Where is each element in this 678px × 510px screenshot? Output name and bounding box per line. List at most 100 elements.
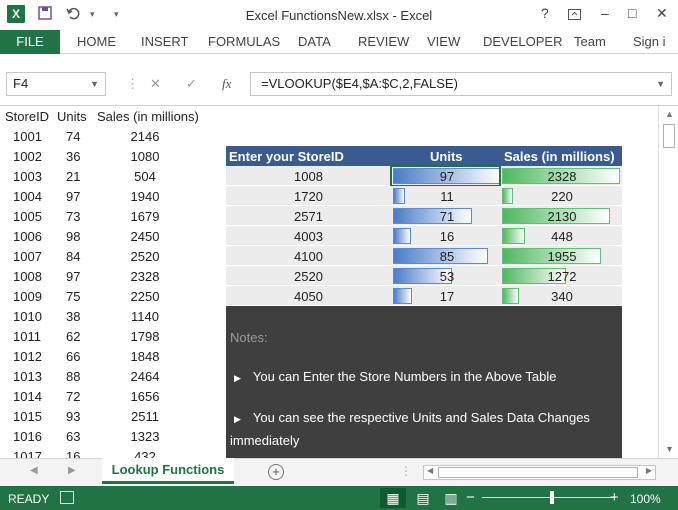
table-cell[interactable]: 1011	[13, 329, 43, 344]
table-cell[interactable]: 73	[66, 209, 86, 224]
lookup-units-cell[interactable]: 17	[393, 289, 501, 304]
table-cell[interactable]: 93	[66, 409, 86, 424]
scroll-left-icon[interactable]: ◀	[427, 466, 433, 475]
lookup-sales-cell[interactable]: 220	[502, 189, 622, 204]
table-cell[interactable]: 504	[125, 169, 165, 184]
table-cell[interactable]: 1005	[13, 209, 43, 224]
minimize-button[interactable]: –	[601, 5, 609, 21]
table-cell[interactable]: 1014	[13, 389, 43, 404]
table-cell[interactable]: 1656	[125, 389, 165, 404]
lookup-storeid-cell[interactable]: 1720	[226, 189, 391, 204]
zoom-slider-handle[interactable]	[550, 491, 554, 504]
lookup-header-sales[interactable]: Sales (in millions)	[504, 149, 615, 164]
scroll-right-icon[interactable]: ▶	[646, 466, 652, 475]
insert-function-icon[interactable]: fx	[222, 76, 231, 92]
zoom-out-button[interactable]: −	[466, 489, 475, 506]
table-cell[interactable]: 1001	[13, 129, 43, 144]
formula-input[interactable]: =VLOOKUP($E4,$A:$C,2,FALSE) ▼	[250, 72, 672, 96]
next-sheet-icon[interactable]: ▶	[68, 465, 76, 476]
table-cell[interactable]: 1006	[13, 229, 43, 244]
split-handle-icon[interactable]: ⋮	[400, 464, 412, 478]
table-cell[interactable]: 21	[66, 169, 86, 184]
table-cell[interactable]: 72	[66, 389, 86, 404]
header-sales[interactable]: Sales (in millions)	[97, 109, 199, 124]
table-cell[interactable]: 2250	[125, 289, 165, 304]
table-cell[interactable]: 38	[66, 309, 86, 324]
lookup-sales-cell[interactable]: 2130	[502, 209, 622, 224]
maximize-button[interactable]: □	[628, 5, 636, 21]
table-cell[interactable]: 2450	[125, 229, 165, 244]
table-cell[interactable]: 1013	[13, 369, 43, 384]
table-cell[interactable]: 1015	[13, 409, 43, 424]
table-cell[interactable]: 75	[66, 289, 86, 304]
table-cell[interactable]: 1080	[125, 149, 165, 164]
sheet-tab-lookup-functions[interactable]: Lookup Functions	[102, 458, 234, 484]
tab-insert[interactable]: INSERT	[141, 34, 188, 49]
tab-data[interactable]: DATA	[298, 34, 331, 49]
tab-home[interactable]: HOME	[77, 34, 116, 49]
prev-sheet-icon[interactable]: ◀	[30, 465, 38, 476]
table-cell[interactable]: 1848	[125, 349, 165, 364]
lookup-storeid-cell[interactable]: 4100	[226, 249, 391, 264]
lookup-units-cell[interactable]: 16	[393, 229, 501, 244]
table-cell[interactable]: 1009	[13, 289, 43, 304]
lookup-storeid-cell[interactable]: 1008	[226, 169, 391, 184]
table-cell[interactable]: 1007	[13, 249, 43, 264]
lookup-sales-cell[interactable]: 1272	[502, 269, 622, 284]
tab-formulas[interactable]: FORMULAS	[208, 34, 280, 49]
ribbon-display-options-icon[interactable]	[568, 7, 581, 23]
table-cell[interactable]: 36	[66, 149, 86, 164]
page-layout-view-icon[interactable]: ▤	[410, 488, 436, 508]
lookup-storeid-cell[interactable]: 4050	[226, 289, 391, 304]
table-cell[interactable]: 88	[66, 369, 86, 384]
table-cell[interactable]: 2146	[125, 129, 165, 144]
table-cell[interactable]: 66	[66, 349, 86, 364]
table-cell[interactable]: 1008	[13, 269, 43, 284]
sign-in-link[interactable]: Sign i	[633, 34, 666, 49]
name-box[interactable]: F4 ▼	[6, 72, 106, 96]
lookup-sales-cell[interactable]: 448	[502, 229, 622, 244]
table-cell[interactable]: 97	[66, 189, 86, 204]
table-cell[interactable]: 2328	[125, 269, 165, 284]
table-cell[interactable]: 98	[66, 229, 86, 244]
horizontal-scrollbar[interactable]: ◀ ▶	[423, 465, 656, 480]
table-cell[interactable]: 1940	[125, 189, 165, 204]
table-cell[interactable]: 2464	[125, 369, 165, 384]
horizontal-scroll-thumb[interactable]	[438, 467, 638, 478]
table-cell[interactable]: 1002	[13, 149, 43, 164]
table-cell[interactable]: 1679	[125, 209, 165, 224]
table-cell[interactable]: 16	[66, 449, 86, 458]
lookup-storeid-cell[interactable]: 2520	[226, 269, 391, 284]
table-cell[interactable]: 2520	[125, 249, 165, 264]
lookup-storeid-cell[interactable]: 2571	[226, 209, 391, 224]
page-break-view-icon[interactable]: ▥	[438, 488, 464, 508]
zoom-in-button[interactable]: +	[610, 489, 619, 506]
expand-formula-bar-icon[interactable]: ▼	[656, 73, 665, 95]
table-cell[interactable]: 1012	[13, 349, 43, 364]
table-cell[interactable]: 432	[125, 449, 165, 458]
lookup-units-cell[interactable]: 11	[393, 189, 501, 204]
tab-view[interactable]: VIEW	[427, 34, 460, 49]
zoom-level[interactable]: 100%	[630, 492, 661, 506]
zoom-slider[interactable]	[482, 497, 616, 498]
table-cell[interactable]: 1017	[13, 449, 43, 458]
lookup-sales-cell[interactable]: 340	[502, 289, 622, 304]
vertical-scroll-thumb[interactable]	[663, 124, 675, 148]
lookup-units-cell[interactable]: 85	[393, 249, 501, 264]
lookup-sales-cell[interactable]: 1955	[502, 249, 622, 264]
table-cell[interactable]: 62	[66, 329, 86, 344]
enter-icon[interactable]: ✓	[186, 76, 197, 92]
tab-review[interactable]: REVIEW	[358, 34, 409, 49]
table-cell[interactable]: 97	[66, 269, 86, 284]
lookup-header-units[interactable]: Units	[430, 149, 463, 164]
lookup-sales-cell[interactable]: 2328	[502, 169, 622, 184]
vertical-scrollbar[interactable]: ▲ ▼	[658, 106, 678, 458]
table-cell[interactable]: 1016	[13, 429, 43, 444]
table-cell[interactable]: 1323	[125, 429, 165, 444]
scroll-down-icon[interactable]: ▼	[665, 444, 674, 454]
lookup-units-cell[interactable]: 53	[393, 269, 501, 284]
macro-recording-icon[interactable]	[60, 491, 74, 504]
table-cell[interactable]: 1003	[13, 169, 43, 184]
tab-team[interactable]: Team	[574, 34, 606, 49]
normal-view-icon[interactable]: ▦	[380, 488, 406, 508]
